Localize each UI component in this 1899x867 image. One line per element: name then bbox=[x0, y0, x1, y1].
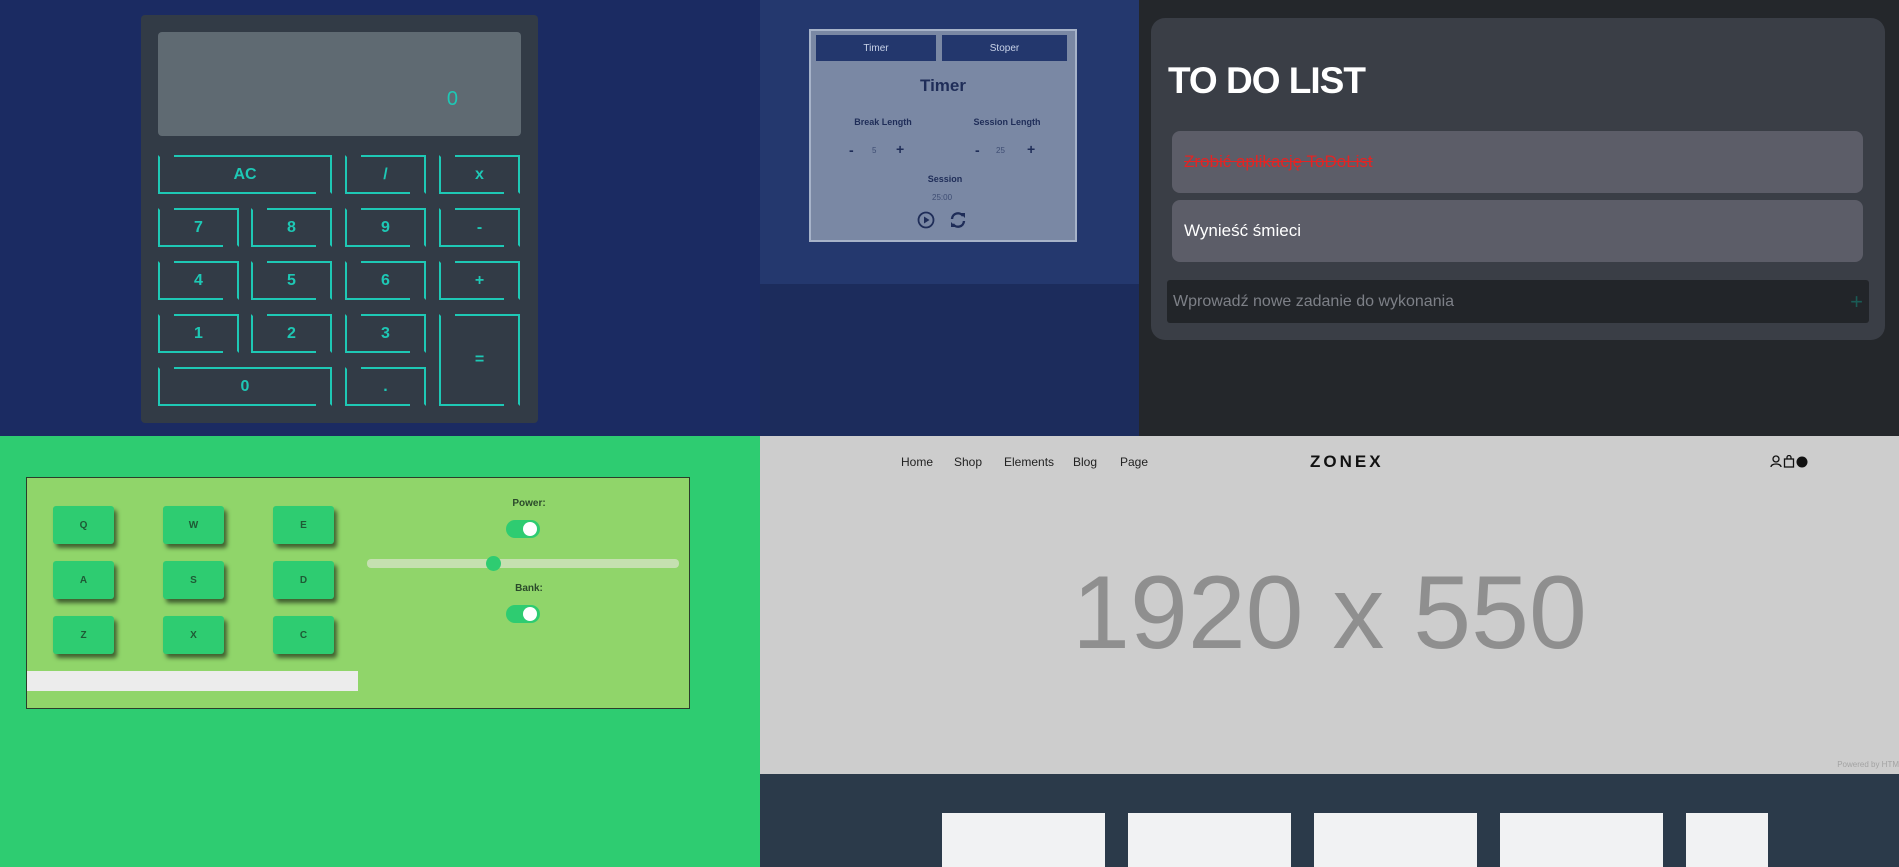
calc-button-9[interactable]: 9 bbox=[345, 208, 426, 247]
drum-pad-w[interactable]: W bbox=[163, 506, 224, 544]
time-left-display: 25:00 bbox=[932, 193, 953, 202]
timer-card: Timer Stoper Timer Break Length Session … bbox=[809, 29, 1077, 242]
calc-button-1[interactable]: 1 bbox=[158, 314, 239, 353]
session-increment-button[interactable]: + bbox=[1027, 141, 1035, 157]
nav-page[interactable]: Page bbox=[1120, 455, 1148, 469]
drum-pad-q[interactable]: Q bbox=[53, 506, 114, 544]
calculator-panel: 0 AC / x 7 8 9 - 4 5 6 + 1 2 3 = 0 . bbox=[0, 0, 760, 436]
zonex-panel: Home Shop Elements Blog Page ZONEX 1920 … bbox=[760, 436, 1899, 867]
calc-button-ac[interactable]: AC bbox=[158, 155, 332, 194]
drum-pad-z[interactable]: Z bbox=[53, 616, 114, 654]
calc-button-3[interactable]: 3 bbox=[345, 314, 426, 353]
drum-display bbox=[27, 671, 358, 691]
nav-blog[interactable]: Blog bbox=[1073, 455, 1097, 469]
power-label: Power: bbox=[512, 498, 546, 509]
refresh-icon[interactable] bbox=[948, 210, 968, 235]
header-icons bbox=[1770, 454, 1808, 473]
user-icon[interactable] bbox=[1770, 455, 1782, 473]
todo-item[interactable]: Wynieść śmieci bbox=[1172, 200, 1863, 262]
play-circle-icon[interactable] bbox=[917, 211, 935, 234]
drum-pad-x[interactable]: X bbox=[163, 616, 224, 654]
calc-button-plus[interactable]: + bbox=[439, 261, 520, 300]
bank-label: Bank: bbox=[515, 583, 543, 594]
calc-button-equals[interactable]: = bbox=[439, 314, 520, 406]
nav-shop[interactable]: Shop bbox=[954, 455, 982, 469]
timer-panel: Timer Stoper Timer Break Length Session … bbox=[760, 0, 1139, 436]
tab-timer[interactable]: Timer bbox=[816, 35, 936, 61]
zonex-logo[interactable]: ZONEX bbox=[1310, 452, 1384, 472]
calc-button-7[interactable]: 7 bbox=[158, 208, 239, 247]
todo-title: TO DO LIST bbox=[1168, 60, 1366, 101]
todo-item-done[interactable]: Zrobić aplikację ToDoList bbox=[1172, 131, 1863, 193]
nav-home[interactable]: Home bbox=[901, 455, 933, 469]
calc-button-divide[interactable]: / bbox=[345, 155, 426, 194]
cart-count-icon[interactable] bbox=[1796, 455, 1808, 473]
break-increment-button[interactable]: + bbox=[896, 141, 904, 157]
drum-machine: Q W E A S D Z X C Power: Bank: bbox=[26, 477, 690, 709]
calc-button-8[interactable]: 8 bbox=[251, 208, 332, 247]
break-decrement-button[interactable]: - bbox=[849, 142, 854, 158]
tab-stoper[interactable]: Stoper bbox=[942, 35, 1067, 61]
break-length-label: Break Length bbox=[854, 117, 912, 127]
todo-panel: TO DO LIST Zrobić aplikację ToDoList Wyn… bbox=[1139, 0, 1899, 436]
hero-placeholder-image: 1920 x 550 bbox=[1072, 555, 1587, 671]
current-mode-label: Session bbox=[927, 174, 963, 184]
powered-by-text: Powered by HTM bbox=[1837, 760, 1899, 769]
drum-pad-d[interactable]: D bbox=[273, 561, 334, 599]
bag-icon[interactable] bbox=[1783, 454, 1795, 473]
session-decrement-button[interactable]: - bbox=[975, 142, 980, 158]
session-length-value: 25 bbox=[996, 146, 1005, 155]
calc-button-2[interactable]: 2 bbox=[251, 314, 332, 353]
calc-button-0[interactable]: 0 bbox=[158, 367, 332, 406]
drum-pad-c[interactable]: C bbox=[273, 616, 334, 654]
add-task-button[interactable]: + bbox=[1850, 289, 1863, 315]
break-length-value: 5 bbox=[872, 146, 877, 155]
calc-button-multiply[interactable]: x bbox=[439, 155, 520, 194]
product-card[interactable] bbox=[1686, 813, 1768, 867]
drum-pad-a[interactable]: A bbox=[53, 561, 114, 599]
volume-slider-thumb[interactable] bbox=[486, 556, 501, 571]
calc-button-minus[interactable]: - bbox=[439, 208, 520, 247]
new-task-input[interactable] bbox=[1173, 280, 1823, 323]
drum-pad-s[interactable]: S bbox=[163, 561, 224, 599]
session-length-label: Session Length bbox=[973, 117, 1041, 127]
drum-pad-e[interactable]: E bbox=[273, 506, 334, 544]
calculator-display: 0 bbox=[158, 32, 521, 136]
bank-toggle[interactable] bbox=[506, 605, 540, 623]
calc-button-6[interactable]: 6 bbox=[345, 261, 426, 300]
calculator-display-value: 0 bbox=[446, 88, 458, 110]
new-task-field: + bbox=[1167, 280, 1869, 323]
volume-slider[interactable] bbox=[367, 556, 679, 571]
product-card[interactable] bbox=[1500, 813, 1663, 867]
calc-button-decimal[interactable]: . bbox=[345, 367, 426, 406]
timer-title: Timer bbox=[920, 76, 966, 95]
product-card[interactable] bbox=[942, 813, 1105, 867]
product-strip bbox=[760, 774, 1899, 867]
product-card[interactable] bbox=[1128, 813, 1291, 867]
calc-button-4[interactable]: 4 bbox=[158, 261, 239, 300]
product-card[interactable] bbox=[1314, 813, 1477, 867]
calc-button-5[interactable]: 5 bbox=[251, 261, 332, 300]
power-toggle[interactable] bbox=[506, 520, 540, 538]
drum-machine-panel: Q W E A S D Z X C Power: Bank: bbox=[0, 436, 760, 867]
calculator-body: 0 AC / x 7 8 9 - 4 5 6 + 1 2 3 = 0 . bbox=[141, 15, 538, 423]
nav-elements[interactable]: Elements bbox=[1004, 455, 1054, 469]
todo-card: TO DO LIST Zrobić aplikację ToDoList Wyn… bbox=[1151, 18, 1885, 340]
